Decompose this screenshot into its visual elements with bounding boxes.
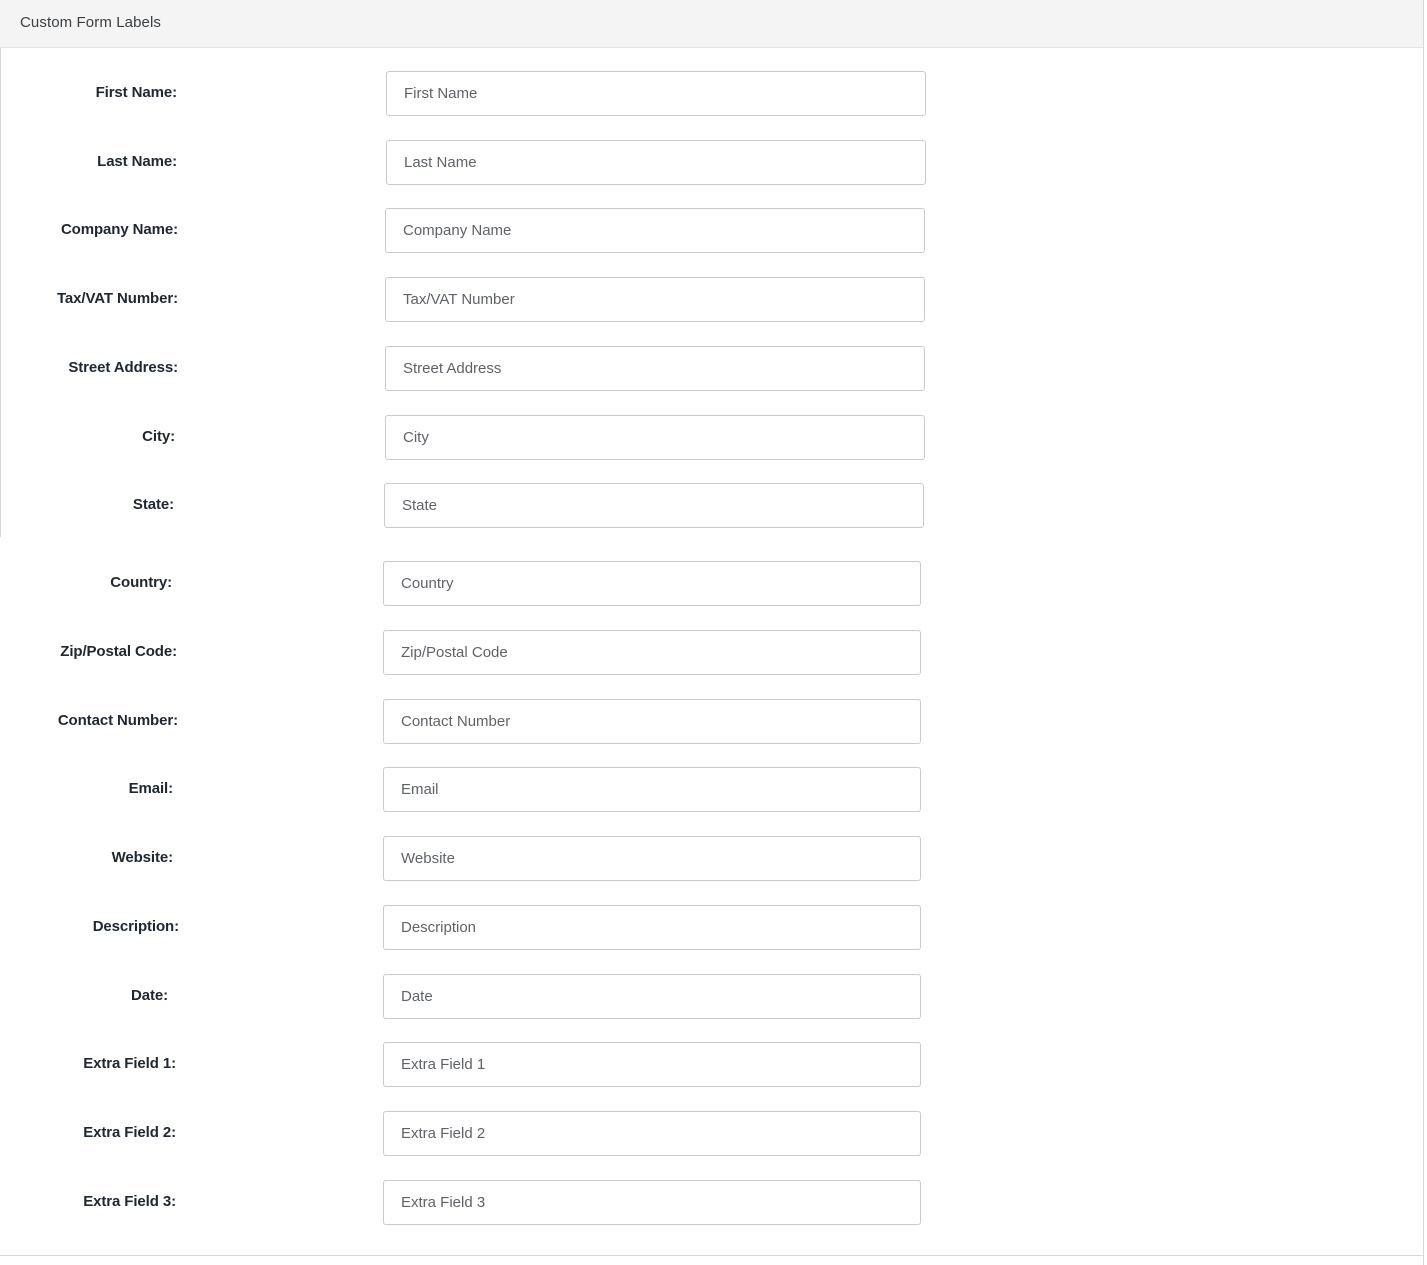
- field-input[interactable]: [383, 699, 921, 744]
- form-page: Custom Form Labels First Name: Last Name:…: [0, 0, 1427, 1265]
- field-input[interactable]: [383, 974, 921, 1019]
- field-input[interactable]: [386, 71, 926, 116]
- window-bottom-border: [0, 1255, 1423, 1256]
- field-input[interactable]: [383, 561, 921, 606]
- field-input[interactable]: [383, 905, 921, 950]
- field-input[interactable]: [383, 836, 921, 881]
- field-input[interactable]: [383, 630, 921, 675]
- field-label: Extra Field 1:: [83, 1055, 176, 1072]
- field-label: Date:: [130, 987, 168, 1004]
- field-input[interactable]: [385, 277, 925, 322]
- form-row: Website:: [1, 835, 1421, 904]
- field-label: State:: [132, 496, 174, 513]
- field-label: City:: [142, 428, 175, 445]
- field-label: Zip/Postal Code:: [60, 643, 177, 660]
- form-row: First Name:: [1, 70, 1421, 139]
- field-input[interactable]: [383, 1111, 921, 1156]
- window-title: Custom Form Labels: [20, 14, 162, 31]
- field-label: Street Address:: [68, 359, 178, 376]
- field-input[interactable]: [385, 208, 925, 253]
- form-row: Extra Field 1:: [1, 1041, 1421, 1110]
- field-label: Contact Number:: [57, 712, 178, 729]
- form-row: City:: [1, 414, 1421, 483]
- form-row: Contact Number:: [1, 698, 1421, 767]
- form-row: Street Address:: [1, 345, 1421, 414]
- custom-form-labels-form: First Name: Last Name: Company Name: Tax/VA…: [1, 49, 1423, 1255]
- window-right-border: [1423, 0, 1424, 1265]
- field-input[interactable]: [384, 483, 924, 528]
- form-row: Description:: [1, 904, 1421, 973]
- form-row: Company Name:: [1, 207, 1421, 276]
- form-row: Tax/VAT Number:: [1, 276, 1421, 345]
- form-row: Zip/Postal Code:: [1, 629, 1421, 698]
- field-label: Extra Field 3:: [83, 1193, 176, 1210]
- form-row: Date:: [1, 973, 1421, 1042]
- field-input[interactable]: [385, 415, 925, 460]
- field-label: Extra Field 2:: [83, 1124, 176, 1141]
- form-row: Extra Field 2:: [1, 1110, 1421, 1179]
- form-row: Last Name:: [1, 139, 1421, 208]
- field-input[interactable]: [383, 1042, 921, 1087]
- form-row: Country:: [1, 560, 1421, 629]
- field-label: First Name:: [95, 84, 178, 101]
- field-label: Website:: [111, 849, 174, 866]
- field-input[interactable]: [385, 346, 925, 391]
- field-label: Company Name:: [60, 221, 178, 238]
- field-label: Tax/VAT Number:: [56, 290, 178, 307]
- field-label: Last Name:: [97, 153, 177, 170]
- form-row: Email:: [1, 766, 1421, 835]
- field-input[interactable]: [383, 1180, 921, 1225]
- field-label: Description:: [92, 918, 179, 935]
- field-input[interactable]: [386, 140, 926, 185]
- form-row: State:: [1, 482, 1421, 551]
- window-titlebar: Custom Form Labels: [0, 0, 1423, 48]
- form-row: Extra Field 3:: [1, 1179, 1421, 1248]
- field-label: Email:: [128, 780, 174, 797]
- field-label: Country:: [110, 574, 172, 591]
- field-input[interactable]: [383, 767, 921, 812]
